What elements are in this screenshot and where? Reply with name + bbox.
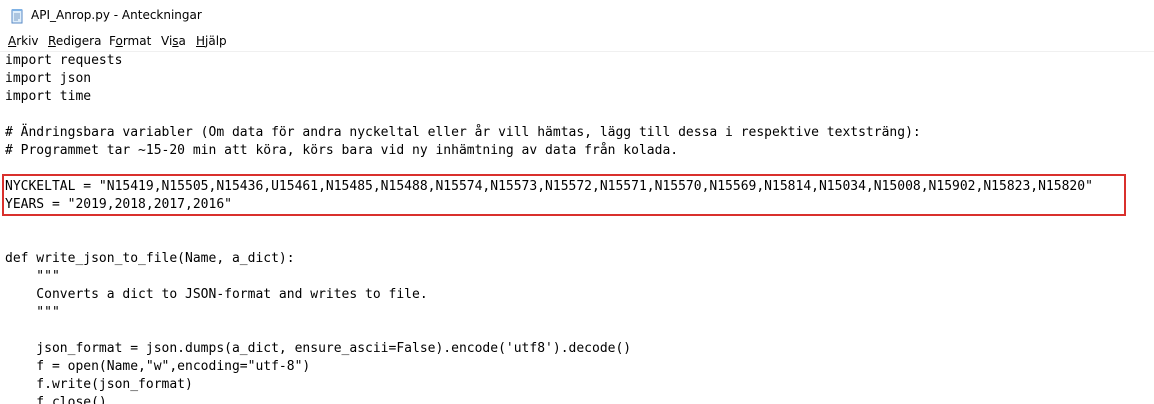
menu-label-part: rmat <box>122 34 152 48</box>
window-title: API_Anrop.py - Anteckningar <box>31 8 202 22</box>
code-line: """ <box>5 305 60 320</box>
menu-accelerator: A <box>8 34 17 48</box>
title-bar[interactable]: API_Anrop.py - Anteckningar <box>0 0 1154 31</box>
menu-label-part: a <box>178 34 186 48</box>
code-line: # Programmet tar ~15-20 min att köra, kö… <box>5 143 679 158</box>
menu-format[interactable]: Format <box>109 34 151 48</box>
menu-label-part: jälp <box>205 34 227 48</box>
menu-hjalp[interactable]: Hjälp <box>196 34 227 48</box>
code-line: f = open(Name,"w",encoding="utf-8") <box>5 359 311 374</box>
menu-label-part: rkiv <box>16 34 39 48</box>
menu-accelerator: R <box>48 34 56 48</box>
code-line: Converts a dict to JSON-format and write… <box>5 287 428 302</box>
menu-accelerator: o <box>115 34 123 48</box>
notepad-window: API_Anrop.py - Anteckningar Arkiv Redige… <box>0 0 1154 404</box>
menu-label-part: Vi <box>161 34 173 48</box>
code-line: import time <box>5 89 92 104</box>
menu-redigera[interactable]: Redigera <box>48 34 101 48</box>
menu-label-part: edigera <box>55 34 102 48</box>
menu-visa[interactable]: Visa <box>161 34 186 48</box>
notepad-icon <box>9 8 25 24</box>
text-editor-area[interactable]: import requests import json import time … <box>0 51 1154 404</box>
menu-arkiv[interactable]: Arkiv <box>8 34 39 48</box>
menu-accelerator: H <box>196 34 206 48</box>
highlight-annotation-box <box>2 174 1126 216</box>
code-line: f.close() <box>5 395 107 404</box>
code-line: # Ändringsbara variabler (Om data för an… <box>5 125 921 140</box>
code-line: f.write(json_format) <box>5 377 193 392</box>
code-line: import requests <box>5 53 123 68</box>
code-line: def write_json_to_file(Name, a_dict): <box>5 251 295 266</box>
menu-bar: Arkiv Redigera Format Visa Hjälp <box>0 31 1154 51</box>
code-line: import json <box>5 71 92 86</box>
code-line: """ <box>5 269 60 284</box>
code-line: json_format = json.dumps(a_dict, ensure_… <box>5 341 632 356</box>
